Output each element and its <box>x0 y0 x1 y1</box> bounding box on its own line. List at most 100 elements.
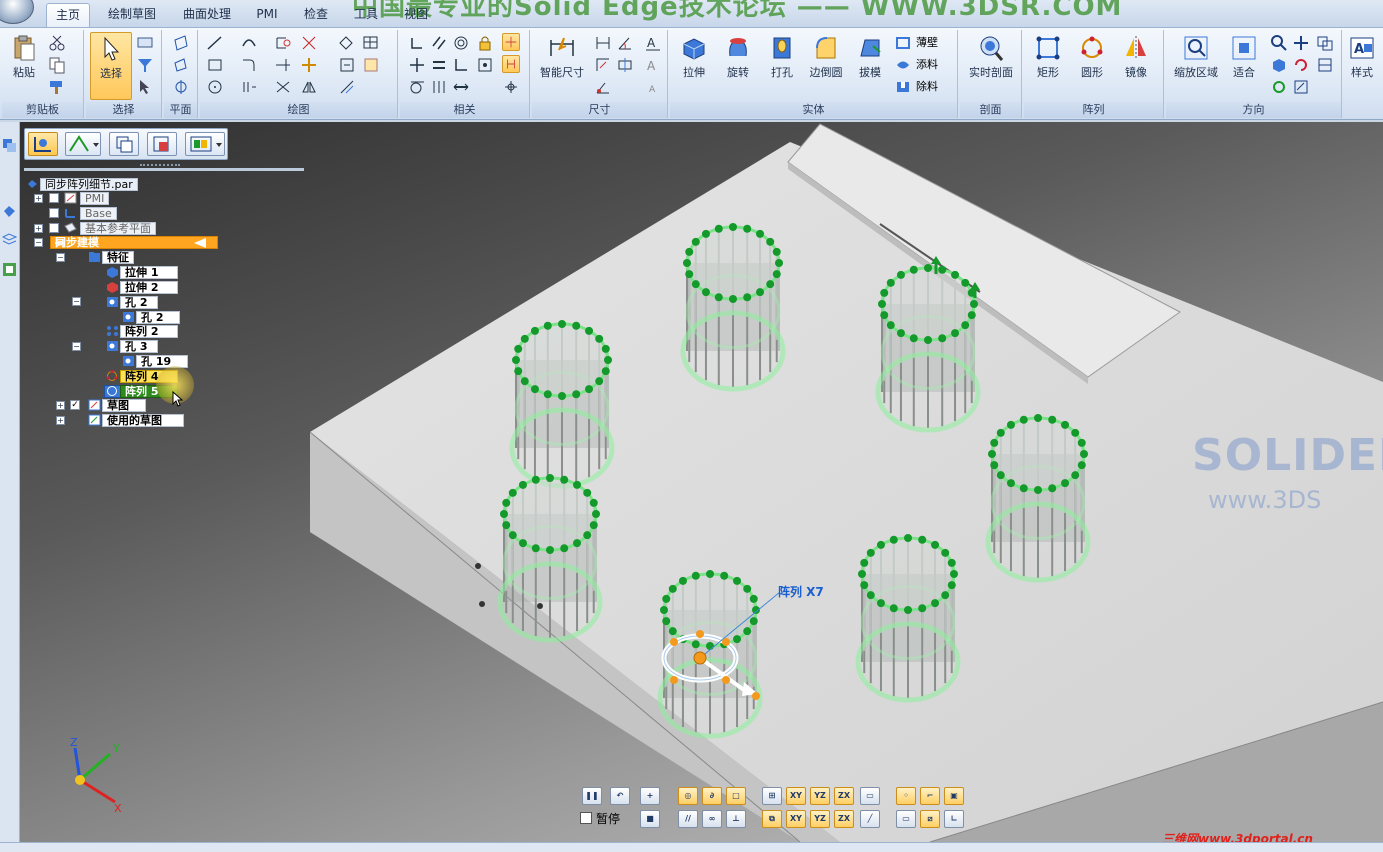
zoom-area-button[interactable]: 缩放区域 <box>1170 32 1222 98</box>
plane-offset-icon[interactable] <box>172 56 190 74</box>
paste-button[interactable]: 粘贴 <box>4 32 44 98</box>
option-f-icon[interactable]: ∟ <box>944 810 964 828</box>
text-format-icon[interactable]: A <box>644 34 662 52</box>
tree-item-synchronous[interactable]: 同步建模 <box>50 236 218 249</box>
base-plane-alt-icon[interactable]: ⧉ <box>762 810 782 828</box>
extend-icon[interactable] <box>274 56 292 74</box>
horizontal-vertical-icon[interactable] <box>452 56 470 74</box>
offset-icon[interactable] <box>240 78 258 96</box>
undo-step-icon[interactable]: ↶ <box>610 787 630 805</box>
tangent-keypoint-icon[interactable]: ∂ <box>702 787 722 805</box>
revolve-button[interactable]: 旋转 <box>718 32 758 98</box>
application-button[interactable] <box>0 0 34 24</box>
move-icon[interactable] <box>300 56 318 74</box>
symmetric-dim-icon[interactable] <box>616 56 634 74</box>
rule-base-plane-icon[interactable]: ⊞ <box>762 787 782 805</box>
tree-item-sketches[interactable]: 草图 <box>102 399 146 412</box>
expand-toggle[interactable]: + <box>56 401 65 410</box>
coplanar-keypoint-icon[interactable]: □ <box>726 787 746 805</box>
smart-dimension-button[interactable]: 智能尺寸 <box>538 32 586 98</box>
option-e-icon[interactable]: ⧄ <box>920 810 940 828</box>
round-button[interactable]: 边倒圆 <box>806 32 846 98</box>
select-tool-button[interactable]: 选择 <box>90 32 132 100</box>
mirror-sketch-icon[interactable] <box>300 78 318 96</box>
expand-toggle[interactable]: + <box>34 194 43 203</box>
text-size-up-icon[interactable]: A <box>644 56 662 74</box>
pathfinder-display-button[interactable] <box>185 132 225 156</box>
collinear-icon[interactable] <box>452 78 470 96</box>
tree-item-pattern-2[interactable]: 阵列 2 <box>120 325 178 338</box>
yz-alt-icon[interactable]: YZ <box>810 810 830 828</box>
named-views-icon[interactable] <box>1316 56 1334 74</box>
mirror-button[interactable]: 镜像 <box>1116 32 1156 98</box>
thin-wall-icon[interactable] <box>894 34 912 52</box>
expand-toggle[interactable]: + <box>56 416 65 425</box>
tree-item-features[interactable]: 特征 <box>102 251 134 264</box>
collapse-toggle[interactable]: − <box>72 342 81 351</box>
hole-button[interactable]: 打孔 <box>762 32 802 98</box>
layers-tab-icon[interactable] <box>2 232 17 247</box>
select-tools-icon[interactable] <box>136 78 154 96</box>
perpendicular-keypoint-icon[interactable]: ⊥ <box>726 810 746 828</box>
features-library-tab-icon[interactable] <box>2 204 17 219</box>
relationship-handles-icon[interactable] <box>502 33 520 51</box>
lock-plane-icon[interactable] <box>172 78 190 96</box>
view-orientation-icon[interactable] <box>1270 56 1288 74</box>
project-icon[interactable] <box>338 34 356 52</box>
tree-checkbox[interactable] <box>49 223 59 233</box>
save-state-icon[interactable]: ■ <box>640 810 660 828</box>
tangent-icon[interactable] <box>408 78 426 96</box>
draft-button[interactable]: 拔模 <box>850 32 890 98</box>
dimension-axis-icon[interactable] <box>338 78 356 96</box>
remove-material-icon[interactable] <box>894 78 912 96</box>
tree-item-extrude-1[interactable]: 拉伸 1 <box>120 266 178 279</box>
sketch-table-icon[interactable] <box>362 34 380 52</box>
tree-item-base[interactable]: Base <box>80 207 117 220</box>
tab-inspect[interactable]: 检查 <box>296 3 336 27</box>
spin-about-icon[interactable] <box>1270 78 1288 96</box>
tab-surfacing[interactable]: 曲面处理 <box>174 3 240 27</box>
text-size-down-icon[interactable]: A <box>644 78 662 96</box>
format-painter-icon[interactable] <box>48 78 66 96</box>
cut-icon[interactable] <box>48 34 66 52</box>
concentric-keypoint-icon[interactable]: ◎ <box>678 787 698 805</box>
rectangle-icon[interactable] <box>206 56 224 74</box>
coordinate-dim-icon[interactable] <box>594 56 612 74</box>
fit-button[interactable]: 适合 <box>1224 32 1264 98</box>
intersection-icon[interactable] <box>274 78 292 96</box>
parallel-keypoint-icon[interactable]: // <box>678 810 698 828</box>
plane-icon[interactable] <box>172 34 190 52</box>
collapse-toggle[interactable]: − <box>72 297 81 306</box>
pattern-count-annotation[interactable]: 阵列 X7 <box>778 583 824 600</box>
xy-plane-icon[interactable]: XY <box>786 787 806 805</box>
tree-checkbox[interactable] <box>49 193 59 203</box>
angular-coord-icon[interactable] <box>594 78 612 96</box>
tab-pmi[interactable]: PMI <box>248 3 286 27</box>
angle-between-icon[interactable] <box>616 34 634 52</box>
sketch-view-icon[interactable] <box>1292 78 1310 96</box>
option-a-icon[interactable]: ◦ <box>896 787 916 805</box>
tree-item-extrude-2[interactable]: 拉伸 2 <box>120 281 178 294</box>
family-tab-icon[interactable] <box>2 262 17 277</box>
maintain-relationships-icon[interactable] <box>502 55 520 73</box>
xy-alt-icon[interactable]: XY <box>786 810 806 828</box>
rotate-icon[interactable] <box>1292 56 1310 74</box>
equal-icon[interactable] <box>430 56 448 74</box>
diagonal-icon[interactable]: ╱ <box>860 810 880 828</box>
tree-checkbox[interactable] <box>49 208 59 218</box>
yz-plane-icon[interactable]: YZ <box>810 787 830 805</box>
collapse-toggle[interactable]: − <box>56 253 65 262</box>
tree-item-reference-planes[interactable]: 基本参考平面 <box>80 222 156 235</box>
styles-button[interactable]: A 样式 <box>1344 32 1380 98</box>
tree-item-hole-2-child[interactable]: 孔 2 <box>136 311 180 324</box>
trim-icon[interactable] <box>300 34 318 52</box>
thickness-chain-icon[interactable]: ▭ <box>860 787 880 805</box>
perpendicular-icon[interactable] <box>408 34 426 52</box>
concentric-icon[interactable] <box>452 34 470 52</box>
pathfinder-mode-button[interactable] <box>65 132 101 156</box>
add-material-icon[interactable] <box>894 56 912 74</box>
arc-icon[interactable] <box>240 34 258 52</box>
tab-sketch[interactable]: 绘制草图 <box>100 3 164 27</box>
line-icon[interactable] <box>206 34 224 52</box>
expand-toggle[interactable]: + <box>34 224 43 233</box>
